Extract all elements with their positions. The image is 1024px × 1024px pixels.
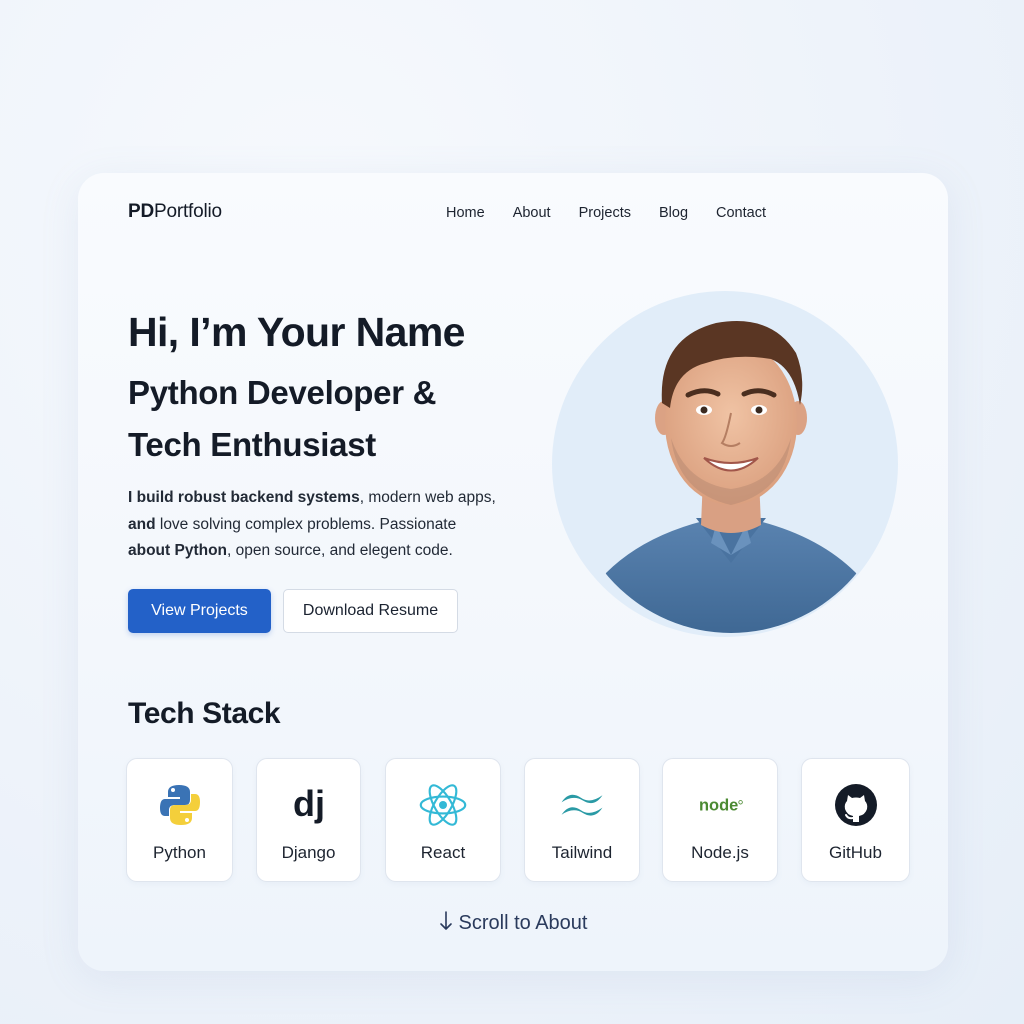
arrow-down-icon <box>439 911 453 937</box>
main-nav: Home About Projects Blog Contact <box>446 205 766 221</box>
tech-card-react[interactable]: React <box>385 758 501 882</box>
hero-subtitle: Python Developer & Tech Enthusiast <box>128 367 548 471</box>
tech-card-nodejs[interactable]: node Node.js <box>662 758 778 882</box>
brand-logo[interactable]: PDPortfolio <box>128 201 222 223</box>
tech-card-tailwind[interactable]: Tailwind <box>524 758 640 882</box>
django-icon: dj <box>285 781 333 829</box>
view-projects-button[interactable]: View Projects <box>128 589 271 633</box>
tech-card-python[interactable]: Python <box>126 758 233 882</box>
scroll-to-about-link[interactable]: Scroll to About <box>78 911 948 937</box>
svg-text:dj: dj <box>293 783 325 824</box>
hero-subtitle-line2: Tech Enthusiast <box>128 426 376 463</box>
nodejs-icon: node <box>696 781 744 829</box>
github-icon <box>832 781 880 829</box>
tech-label-nodejs: Node.js <box>691 843 749 862</box>
tech-stack-title: Tech Stack <box>128 697 281 730</box>
nav-home[interactable]: Home <box>446 205 485 221</box>
tech-card-django[interactable]: dj Django <box>256 758 361 882</box>
nav-projects[interactable]: Projects <box>579 205 631 221</box>
avatar <box>566 293 896 633</box>
scroll-to-about-label: Scroll to About <box>458 912 588 934</box>
tech-label-react: React <box>420 843 466 862</box>
hero-subtitle-line1: Python Developer & <box>128 374 437 411</box>
hero-description: I build robust backend systems, modern w… <box>128 489 496 559</box>
tech-label-github: GitHub <box>829 843 882 862</box>
hero-title: Hi, I’m Your Name <box>128 309 465 355</box>
nav-contact[interactable]: Contact <box>716 205 766 221</box>
portfolio-card: PDPortfolio Home About Projects Blog Con… <box>78 173 948 971</box>
tech-label-tailwind: Tailwind <box>551 843 613 862</box>
download-resume-button[interactable]: Download Resume <box>283 589 458 633</box>
tech-card-github[interactable]: GitHub <box>801 758 910 882</box>
nav-blog[interactable]: Blog <box>659 205 688 221</box>
nav-about[interactable]: About <box>513 205 551 221</box>
tech-label-python: Python <box>153 843 206 862</box>
python-icon <box>156 781 204 829</box>
tech-label-django: Django <box>281 843 336 862</box>
tailwind-icon <box>558 781 606 829</box>
svg-text:node: node <box>699 796 738 814</box>
react-icon <box>419 781 467 829</box>
